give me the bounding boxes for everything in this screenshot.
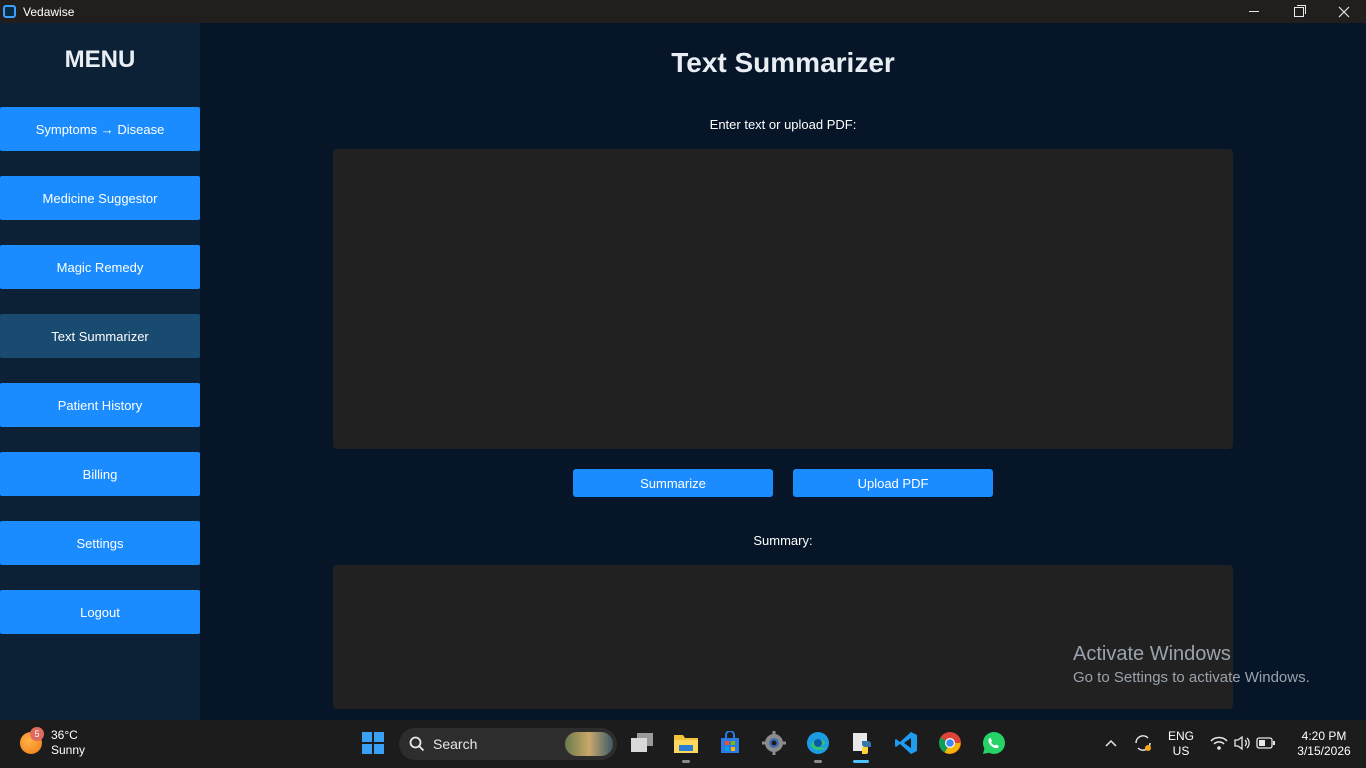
restore-icon (1293, 4, 1306, 17)
weather-badge: 5 (30, 727, 44, 741)
python-active-indicator (853, 760, 869, 763)
explorer-running-indicator (682, 760, 690, 763)
search-placeholder: Search (433, 736, 478, 752)
nav-patient-history-button[interactable]: Patient History (0, 383, 200, 427)
nav-settings-button[interactable]: Settings (0, 521, 200, 565)
taskbar-search[interactable]: Search (399, 728, 617, 760)
whatsapp-icon[interactable] (981, 730, 1007, 756)
activate-windows-watermark: Activate Windows Go to Settings to activ… (1073, 643, 1310, 686)
settings-icon[interactable] (761, 730, 787, 756)
weather-widget[interactable]: 5 36°C Sunny (20, 727, 86, 758)
menu-title: MENU (64, 46, 136, 73)
close-button[interactable] (1321, 0, 1366, 23)
edge-running-indicator (814, 760, 822, 763)
nav-text-summarizer-button[interactable]: Text Summarizer (0, 314, 200, 358)
watermark-subtitle: Go to Settings to activate Windows. (1073, 669, 1310, 686)
nav-medicine-suggestor-button[interactable]: Medicine Suggestor (0, 176, 200, 220)
summary-label: Summary: (753, 533, 813, 548)
file-explorer-icon[interactable] (673, 730, 699, 756)
summarize-button[interactable]: Summarize (573, 469, 773, 497)
search-icon (409, 736, 425, 752)
edge-icon[interactable] (805, 730, 831, 756)
vscode-icon[interactable] (893, 730, 919, 756)
input-label: Enter text or upload PDF: (709, 117, 857, 132)
weather-temperature: 36°C (51, 728, 78, 742)
weather-description: Sunny (51, 743, 86, 757)
window-controls (1231, 0, 1366, 23)
language-indicator[interactable]: ENG US (1166, 729, 1196, 759)
page-title: Text Summarizer (671, 47, 895, 78)
close-icon (1338, 6, 1349, 17)
keyboard-region: US (1172, 744, 1190, 758)
sun-icon: 5 (20, 727, 44, 754)
summary-text-area[interactable] (333, 565, 1233, 709)
volume-icon[interactable] (1229, 730, 1255, 756)
upload-pdf-button[interactable]: Upload PDF (793, 469, 993, 497)
nav-billing-button[interactable]: Billing (0, 452, 200, 496)
clock-time: 4:20 PM (1301, 729, 1347, 743)
search-highlight-image (565, 732, 613, 756)
minimize-icon (1248, 11, 1259, 12)
title-bar: Vedawise (0, 0, 1366, 23)
taskbar: 5 36°C Sunny Search ENG US 4:20 PM 3/15/… (0, 720, 1366, 768)
nav-magic-remedy-button[interactable]: Magic Remedy (0, 245, 200, 289)
task-view-icon[interactable] (629, 730, 655, 756)
chrome-icon[interactable] (937, 730, 963, 756)
app-icon (3, 5, 16, 18)
minimize-button[interactable] (1231, 0, 1276, 23)
watermark-title: Activate Windows (1073, 643, 1231, 665)
window-title: Vedawise (23, 4, 75, 19)
nav-symptoms-disease-button[interactable]: Symptoms → Disease (0, 107, 200, 151)
sync-icon[interactable] (1130, 730, 1156, 756)
store-icon[interactable] (717, 730, 743, 756)
input-text-area[interactable] (333, 149, 1233, 449)
language-code: ENG (1167, 729, 1194, 743)
nav-logout-button[interactable]: Logout (0, 590, 200, 634)
battery-icon[interactable] (1253, 730, 1279, 756)
start-icon[interactable] (360, 730, 386, 756)
python-icon[interactable] (849, 730, 875, 756)
clock-date: 3/15/2026 (1297, 744, 1351, 758)
restore-button[interactable] (1276, 0, 1321, 23)
chevron-up-icon[interactable] (1098, 730, 1124, 756)
clock[interactable]: 4:20 PM 3/15/2026 (1285, 729, 1363, 759)
